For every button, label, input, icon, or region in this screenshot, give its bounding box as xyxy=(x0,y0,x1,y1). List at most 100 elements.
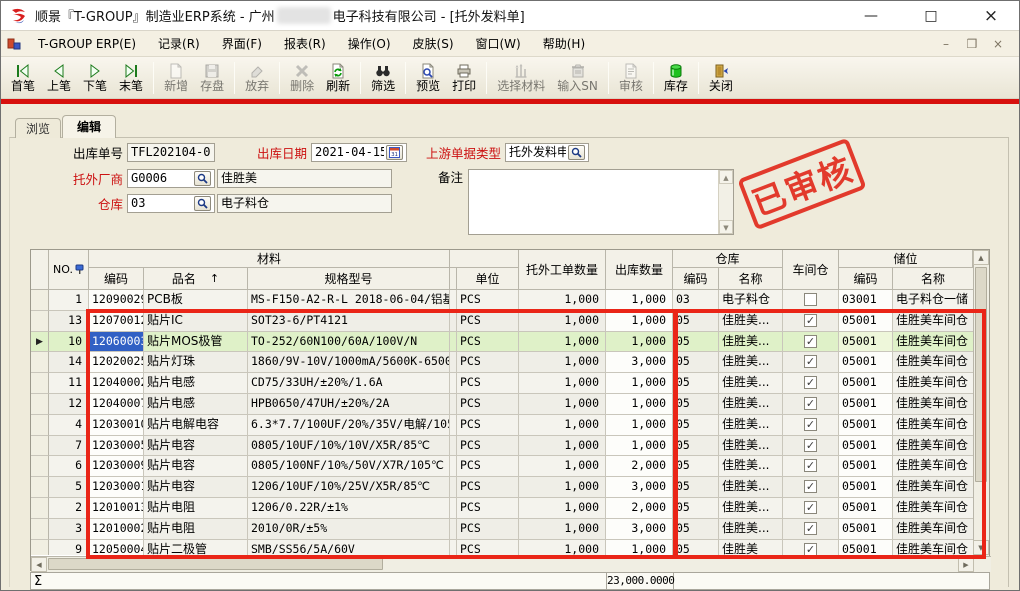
scroll-right-icon[interactable]: ▶ xyxy=(958,557,974,572)
cell-unit[interactable]: PCS xyxy=(457,415,519,436)
cell-out-qty[interactable]: 1,000 xyxy=(606,415,673,436)
table-row[interactable]: 2 12010013 贴片电阻 1206/0.22R/±1% PCS 1,000… xyxy=(31,498,973,519)
table-row[interactable]: 12 12040007 贴片电感 HPB0650/47UH/±20%/2A PC… xyxy=(31,394,973,415)
cell-material-name[interactable]: 贴片电感 xyxy=(144,373,248,394)
menu-item-1[interactable]: 记录(R) xyxy=(147,32,211,55)
cell-material-name[interactable]: 贴片二极管 xyxy=(144,540,248,555)
cell-wo-qty[interactable]: 1,000 xyxy=(519,290,606,311)
cell-spec[interactable]: SOT23-6/PT4121 xyxy=(248,311,450,332)
cell-no[interactable]: 1 xyxy=(49,290,89,311)
cell-bin-code[interactable]: 05001 xyxy=(839,373,893,394)
cell-material-name[interactable]: 贴片电容 xyxy=(144,436,248,457)
cell-no[interactable]: 3 xyxy=(49,519,89,540)
cell-spec[interactable]: HPB0650/47UH/±20%/2A xyxy=(248,394,450,415)
cell-material-code[interactable]: 12090029 xyxy=(89,290,144,311)
cell-material-name[interactable]: 贴片MOS极管 xyxy=(144,332,248,353)
cell-material-name[interactable]: 贴片电感 xyxy=(144,394,248,415)
cell-bin-code[interactable]: 05001 xyxy=(839,477,893,498)
cell-material-code[interactable]: 12020025 xyxy=(89,352,144,373)
cell-unit[interactable]: PCS xyxy=(457,456,519,477)
cell-wo-qty[interactable]: 1,000 xyxy=(519,519,606,540)
cell-wo-qty[interactable]: 1,000 xyxy=(519,436,606,457)
shop-warehouse-checkbox[interactable]: ✓ xyxy=(804,459,817,472)
menu-item-2[interactable]: 界面(F) xyxy=(211,32,273,55)
order-no-field[interactable]: TFL202104-0022 xyxy=(127,143,215,162)
cell-wo-qty[interactable]: 1,000 xyxy=(519,311,606,332)
cell-warehouse-name[interactable]: 佳胜美... xyxy=(719,477,783,498)
table-row[interactable]: 14 12020025 贴片灯珠 1860/9V-10V/1000mA/5600… xyxy=(31,352,973,373)
cell-out-qty[interactable]: 2,000 xyxy=(606,498,673,519)
cell-warehouse-code[interactable]: 05 xyxy=(673,436,719,457)
lookup-icon[interactable] xyxy=(568,145,585,160)
cell-material-code[interactable]: 12030005 xyxy=(89,436,144,457)
cell-material-code[interactable]: 12040007 xyxy=(89,394,144,415)
mdi-close-icon[interactable]: × xyxy=(991,37,1005,51)
cell-material-code[interactable]: 12050004 xyxy=(89,540,144,555)
toolbar-last-button[interactable]: 末笔 xyxy=(113,59,149,97)
toolbar-first-button[interactable]: 首笔 xyxy=(5,59,41,97)
cell-out-qty[interactable]: 1,000 xyxy=(606,332,673,353)
menu-item-3[interactable]: 报表(R) xyxy=(273,32,337,55)
remark-textarea[interactable]: ▲ ▼ xyxy=(468,169,734,235)
cell-no[interactable]: 7 xyxy=(49,436,89,457)
toolbar-new-button[interactable]: 新增 xyxy=(158,59,194,97)
toolbar-preview-button[interactable]: 预览 xyxy=(410,59,446,97)
cell-bin-code[interactable]: 05001 xyxy=(839,352,893,373)
shop-warehouse-checkbox[interactable]: ✓ xyxy=(804,314,817,327)
cell-spec[interactable]: 1860/9V-10V/1000mA/5600K-6500K... xyxy=(248,352,450,373)
table-row[interactable]: 3 12010002 贴片电阻 2010/0R/±5% PCS 1,000 3,… xyxy=(31,519,973,540)
cell-warehouse-code[interactable]: 05 xyxy=(673,332,719,353)
cell-no[interactable]: 12 xyxy=(49,394,89,415)
cell-warehouse-code[interactable]: 05 xyxy=(673,311,719,332)
shop-warehouse-checkbox[interactable]: ✓ xyxy=(804,355,817,368)
cell-out-qty[interactable]: 1,000 xyxy=(606,311,673,332)
cell-material-code[interactable]: 12040002 xyxy=(89,373,144,394)
col-header-out-qty[interactable]: 出库数量 xyxy=(606,250,673,290)
scroll-down-icon[interactable]: ▼ xyxy=(719,220,733,234)
cell-no[interactable]: 9 xyxy=(49,540,89,555)
cell-spec[interactable]: SMB/SS56/5A/60V xyxy=(248,540,450,555)
shop-warehouse-checkbox[interactable]: ✓ xyxy=(804,376,817,389)
cell-bin-name[interactable]: 佳胜美车间仓 xyxy=(893,477,973,498)
hscroll-thumb[interactable] xyxy=(48,558,383,570)
cell-warehouse-name[interactable]: 佳胜美... xyxy=(719,498,783,519)
cell-warehouse-name[interactable]: 佳胜美... xyxy=(719,373,783,394)
warehouse-code-field[interactable]: 03 xyxy=(127,194,215,213)
cell-wo-qty[interactable]: 1,000 xyxy=(519,477,606,498)
cell-out-qty[interactable]: 2,000 xyxy=(606,456,673,477)
cell-bin-code[interactable]: 05001 xyxy=(839,415,893,436)
table-row[interactable]: 5 12030001 贴片电容 1206/10UF/10%/25V/X5R/85… xyxy=(31,477,973,498)
col-header-shop-warehouse[interactable]: 车间仓 xyxy=(783,250,839,290)
shop-warehouse-checkbox[interactable]: ✓ xyxy=(804,335,817,348)
cell-material-code[interactable]: 12030009 xyxy=(89,456,144,477)
col-group-material[interactable]: 材料 xyxy=(89,250,450,268)
cell-unit[interactable]: PCS xyxy=(457,290,519,311)
vendor-code-field[interactable]: G0006 xyxy=(127,169,215,188)
scroll-up-icon[interactable]: ▲ xyxy=(719,170,733,184)
cell-warehouse-name[interactable]: 佳胜美... xyxy=(719,415,783,436)
toolbar-next-button[interactable]: 下笔 xyxy=(77,59,113,97)
col-header-name[interactable]: 品名 ↑ xyxy=(144,268,248,290)
cell-material-name[interactable]: 贴片电解电容 xyxy=(144,415,248,436)
table-row[interactable]: 4 12030010 贴片电解电容 6.3*7.7/100UF/20%/35V/… xyxy=(31,415,973,436)
col-header-spec[interactable]: 规格型号 xyxy=(248,268,450,290)
cell-spec[interactable]: 1206/0.22R/±1% xyxy=(248,498,450,519)
table-row[interactable]: ▶ 10 12060003 贴片MOS极管 TO-252/60N100/60A/… xyxy=(31,332,973,353)
cell-bin-name[interactable]: 佳胜美车间仓 xyxy=(893,332,973,353)
toolbar-close-button[interactable]: 关闭 xyxy=(703,59,739,97)
cell-spec[interactable]: MS-F150-A2-R-L 2018-06-04/铝基... xyxy=(248,290,450,311)
cell-warehouse-name[interactable]: 电子料仓 xyxy=(719,290,783,311)
cell-bin-code[interactable]: 05001 xyxy=(839,540,893,555)
cell-warehouse-code[interactable]: 05 xyxy=(673,477,719,498)
cell-wo-qty[interactable]: 1,000 xyxy=(519,332,606,353)
table-row[interactable]: 13 12070012 贴片IC SOT23-6/PT4121 PCS 1,00… xyxy=(31,311,973,332)
cell-out-qty[interactable]: 3,000 xyxy=(606,352,673,373)
cell-bin-code[interactable]: 05001 xyxy=(839,332,893,353)
cell-bin-name[interactable]: 佳胜美车间仓 xyxy=(893,394,973,415)
cell-bin-name[interactable]: 佳胜美车间仓 xyxy=(893,352,973,373)
grid-vertical-scrollbar[interactable]: ▲ ▼ xyxy=(973,250,989,556)
vscroll-thumb[interactable] xyxy=(975,267,987,482)
remark-scrollbar[interactable]: ▲ ▼ xyxy=(718,170,733,234)
menu-item-7[interactable]: 帮助(H) xyxy=(532,32,596,55)
cell-out-qty[interactable]: 3,000 xyxy=(606,477,673,498)
